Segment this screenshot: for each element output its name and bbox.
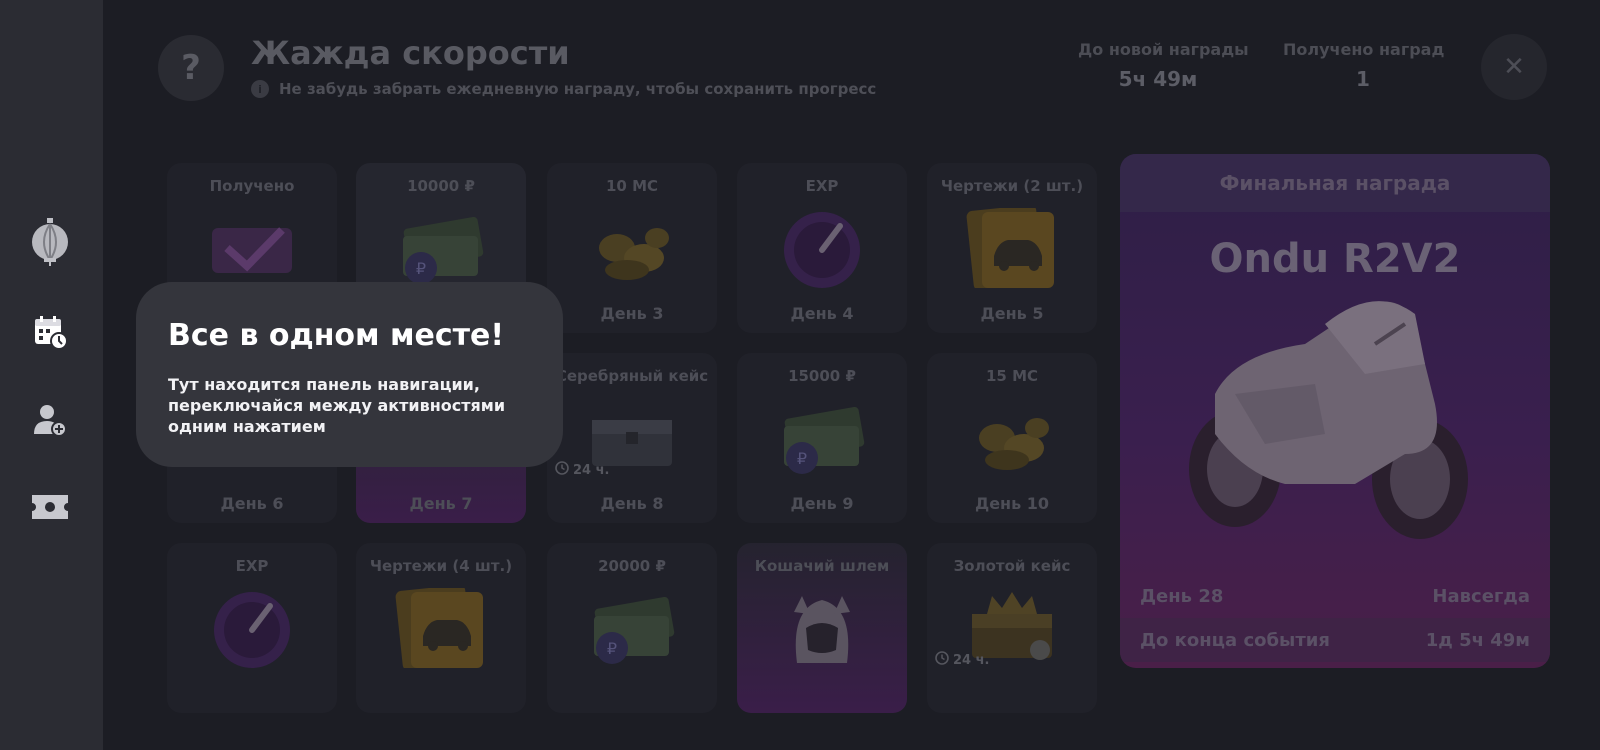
reward-title: 15000 ₽	[788, 367, 856, 385]
reward-title: Чертежи (4 шт.)	[369, 557, 513, 575]
reward-title: Серебряный кейс	[555, 367, 709, 385]
close-button[interactable]: ✕	[1481, 34, 1547, 100]
next-reward-stat: До новой награды 5ч 49м	[1078, 40, 1249, 91]
close-icon: ✕	[1503, 52, 1525, 82]
reward-title: EXP	[805, 177, 839, 195]
helmet-icon	[772, 588, 872, 668]
reward-day: День 10	[974, 494, 1050, 513]
clock-icon	[935, 651, 949, 669]
help-glyph: ?	[181, 48, 201, 88]
reward-card[interactable]: Золотой кейс 24 ч.	[927, 543, 1097, 713]
money-icon: ₽	[582, 588, 682, 668]
money-icon: ₽	[391, 208, 491, 288]
sidebar	[0, 0, 103, 750]
money-icon: ₽	[772, 398, 872, 478]
final-reward-day: День 28	[1140, 585, 1224, 607]
reward-day: День 6	[220, 494, 284, 513]
reward-day: День 9	[790, 494, 854, 513]
motorcycle-image	[1175, 284, 1495, 554]
received-stat: Получено наград 1	[1283, 40, 1445, 91]
reward-day: День 8	[600, 494, 664, 513]
reward-title: Золотой кейс	[953, 557, 1071, 575]
reward-title: 20000 ₽	[598, 557, 666, 575]
reward-title: 10000 ₽	[407, 177, 475, 195]
received-label: Получено наград	[1283, 40, 1445, 59]
user-add-icon[interactable]	[28, 398, 72, 442]
subtitle-text: Не забудь забрать ежедневную награду, чт…	[279, 80, 877, 98]
reward-title: EXP	[235, 557, 269, 575]
clock-icon	[555, 461, 569, 479]
page-title: Жажда скорости	[251, 34, 570, 72]
coins-icon	[582, 208, 682, 288]
reward-card[interactable]: Кошачий шлем	[737, 543, 907, 713]
svg-text:₽: ₽	[607, 639, 617, 658]
reward-card[interactable]: 10 MC День 3	[547, 163, 717, 333]
page-subtitle: i Не забудь забрать ежедневную награду, …	[251, 80, 876, 98]
reward-title: Чертежи (2 шт.)	[940, 177, 1084, 195]
info-icon: i	[251, 80, 269, 98]
reward-day: День 3	[600, 304, 664, 323]
reward-card[interactable]: 20000 ₽ ₽	[547, 543, 717, 713]
reward-day: День 4	[790, 304, 854, 323]
svg-text:₽: ₽	[416, 259, 426, 278]
tooltip-text: Тут находится панель навигации, переключ…	[168, 375, 506, 436]
tooltip-title: Все в одном месте!	[168, 318, 505, 353]
reward-title: Кошачий шлем	[754, 557, 890, 575]
exp-icon	[772, 208, 872, 288]
reward-day: День 5	[980, 304, 1044, 323]
received-value: 1	[1356, 67, 1370, 91]
reward-timer-text: 24 ч.	[953, 652, 990, 668]
lantern-icon[interactable]	[28, 218, 72, 266]
check-icon	[202, 208, 302, 288]
blueprint-icon	[391, 584, 491, 671]
ticket-icon[interactable]	[28, 485, 72, 529]
reward-card[interactable]: Чертежи (4 шт.)	[356, 543, 526, 713]
svg-text:₽: ₽	[797, 449, 807, 468]
final-reward-day-row: День 28 Навсегда	[1120, 574, 1550, 618]
event-end-label: До конца события	[1140, 629, 1330, 651]
exp-icon	[202, 588, 302, 668]
reward-timer-text: 24 ч.	[573, 462, 610, 478]
event-end-value: 1д 5ч 49м	[1425, 629, 1530, 651]
reward-card[interactable]: 15 MC День 10	[927, 353, 1097, 523]
next-reward-value: 5ч 49м	[1118, 67, 1198, 91]
event-end-row: До конца события 1д 5ч 49м	[1120, 618, 1550, 662]
reward-timer: 24 ч.	[935, 651, 989, 669]
reward-title: 10 MC	[605, 177, 659, 195]
reward-card[interactable]: Чертежи (2 шт.) День 5	[927, 163, 1097, 333]
reward-title: Получено	[209, 177, 295, 195]
final-reward-name: Ondu R2V2	[1209, 236, 1461, 282]
reward-card[interactable]: 15000 ₽ ₽ День 9	[737, 353, 907, 523]
calendar-clock-icon[interactable]	[28, 310, 72, 354]
reward-card[interactable]: EXP День 4	[737, 163, 907, 333]
onboarding-tooltip[interactable]: Все в одном месте! Тут находится панель …	[136, 282, 563, 467]
final-reward-header: Финальная награда	[1120, 154, 1550, 212]
next-reward-label: До новой награды	[1078, 40, 1249, 59]
reward-title: 15 MC	[985, 367, 1039, 385]
reward-card[interactable]: Серебряный кейс 24 ч. День 8	[547, 353, 717, 523]
blueprint-icon	[962, 204, 1062, 291]
help-button[interactable]: ?	[158, 35, 224, 101]
coins-icon	[962, 398, 1062, 478]
reward-timer: 24 ч.	[555, 461, 609, 479]
reward-day: День 7	[409, 494, 473, 513]
final-reward-duration: Навсегда	[1432, 585, 1530, 607]
reward-card[interactable]: EXP	[167, 543, 337, 713]
final-reward-card[interactable]: Финальная награда Ondu R2V2 День 28 Навс…	[1120, 154, 1550, 668]
